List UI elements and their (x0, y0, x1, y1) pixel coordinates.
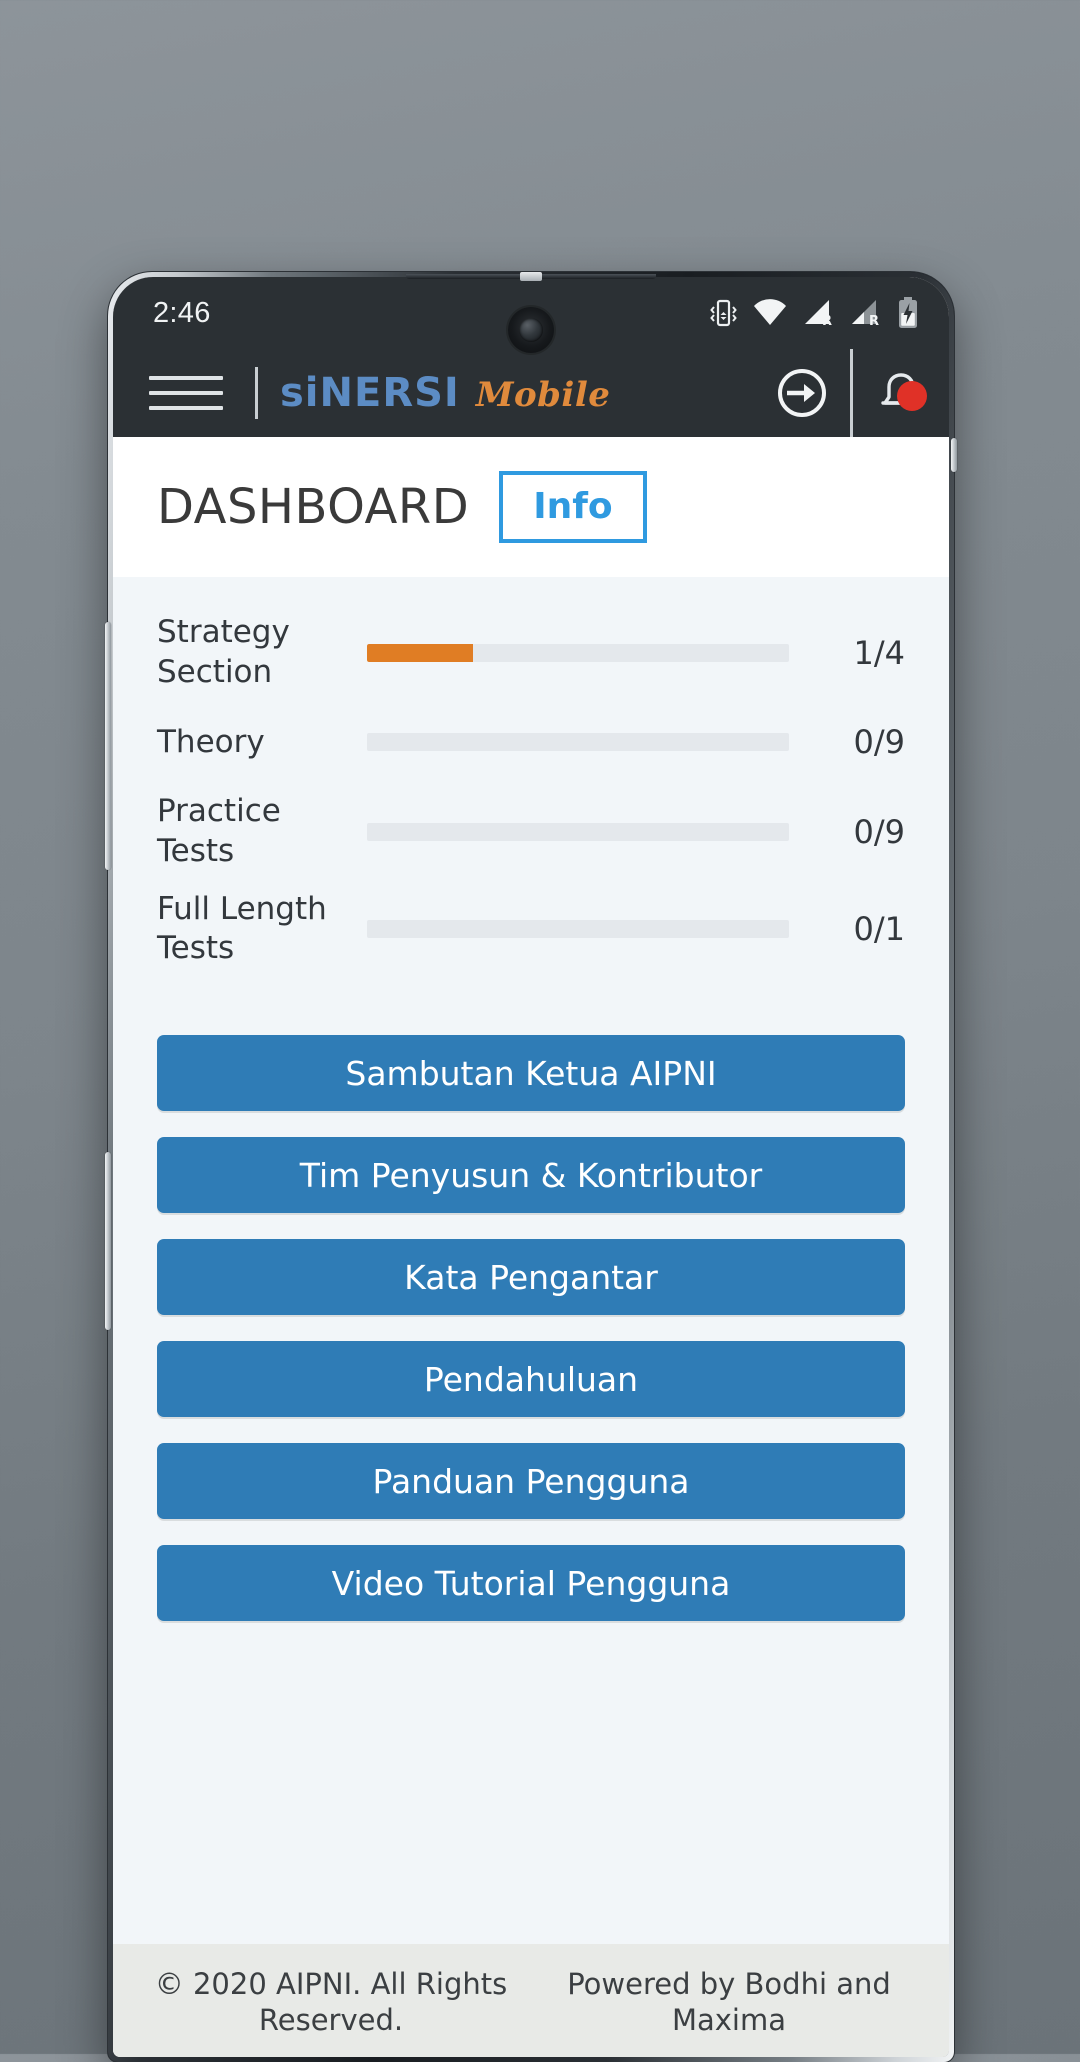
progress-row: Theory 0/9 (157, 710, 905, 774)
brand-suffix: Mobile (475, 375, 611, 415)
progress-value: 0/1 (853, 910, 906, 949)
action-button[interactable]: Kata Pengantar (157, 1239, 905, 1316)
hamburger-menu-icon[interactable] (149, 376, 223, 410)
hamburger-line (149, 406, 223, 410)
signal-roaming-icon-2: R (850, 298, 882, 328)
footer-copyright: © 2020 AIPNI. All Rights Reserved. (154, 1966, 508, 2038)
hamburger-line (149, 391, 223, 395)
progress-row: Full Length Tests 0/1 (157, 890, 905, 969)
battery-charging-icon (897, 297, 919, 329)
volume-rocker-button[interactable] (105, 622, 111, 870)
progress-bar-track (367, 823, 789, 842)
page-title: DASHBOARD (157, 479, 470, 535)
progress-list: Strategy Section 1/4 Theory 0/9 Practice Tes… (113, 613, 949, 969)
app-brand-logo: siNERSI Mobile (280, 370, 754, 416)
wifi-icon (752, 298, 788, 328)
page-footer: © 2020 AIPNI. All Rights Reserved. Power… (113, 1943, 949, 2057)
app-screen: 2:46 R R siNERSI Mobile DASHBOARD Info S… (113, 277, 949, 2057)
progress-row: Practice Tests 0/9 (157, 792, 905, 871)
progress-label: Theory (157, 723, 265, 760)
progress-value: 1/4 (853, 633, 906, 672)
camera-lens (519, 318, 543, 342)
progress-label: Full Length Tests (157, 890, 327, 967)
bell-icon[interactable] (853, 367, 949, 419)
app-bar: siNERSI Mobile (113, 349, 949, 437)
status-clock: 2:46 (153, 296, 211, 329)
progress-bar-track (367, 920, 789, 939)
dashboard-content: Strategy Section 1/4 Theory 0/9 Practice Tes… (113, 577, 949, 1944)
status-icon-group: R R (709, 297, 919, 329)
action-button[interactable]: Panduan Pengguna (157, 1443, 905, 1520)
svg-text:R: R (869, 314, 879, 328)
progress-label: Practice Tests (157, 793, 281, 870)
power-button[interactable] (105, 1152, 111, 1330)
footer-powered-by: Powered by Bodhi and Maxima (567, 1966, 891, 2038)
signal-roaming-icon-1: R (803, 298, 835, 328)
progress-bar-fill (367, 643, 473, 662)
progress-bar-track (367, 733, 789, 752)
page-title-bar: DASHBOARD Info (113, 437, 949, 577)
phone-device-frame: 2:46 R R siNERSI Mobile DASHBOARD Info S… (105, 272, 957, 2062)
action-button[interactable]: Pendahuluan (157, 1341, 905, 1418)
info-button[interactable]: Info (499, 471, 647, 543)
notification-badge (897, 381, 927, 411)
logout-icon[interactable] (754, 365, 850, 421)
device-screen-bezel: 2:46 R R siNERSI Mobile DASHBOARD Info S… (113, 277, 949, 2057)
right-side-button[interactable] (951, 438, 957, 472)
progress-value: 0/9 (853, 813, 906, 852)
appbar-divider (255, 367, 258, 419)
appbar-actions (754, 349, 949, 437)
progress-row: Strategy Section 1/4 (157, 613, 905, 692)
svg-text:R: R (822, 314, 832, 328)
brand-name: siNERSI (280, 370, 460, 416)
speaker-nub (520, 272, 542, 281)
action-button[interactable]: Video Tutorial Pengguna (157, 1545, 905, 1622)
hamburger-line (149, 376, 223, 380)
progress-bar-track (367, 643, 789, 662)
action-button[interactable]: Sambutan Ketua AIPNI (157, 1035, 905, 1112)
action-button[interactable]: Tim Penyusun & Kontributor (157, 1137, 905, 1214)
progress-label: Strategy Section (157, 614, 290, 690)
front-camera-punch-hole (508, 307, 554, 353)
progress-value: 0/9 (853, 723, 906, 762)
vibrate-icon (709, 297, 737, 329)
info-button-stack: Sambutan Ketua AIPNI Tim Penyusun & Kontr… (113, 987, 949, 1622)
status-bar: 2:46 R R (113, 277, 949, 353)
